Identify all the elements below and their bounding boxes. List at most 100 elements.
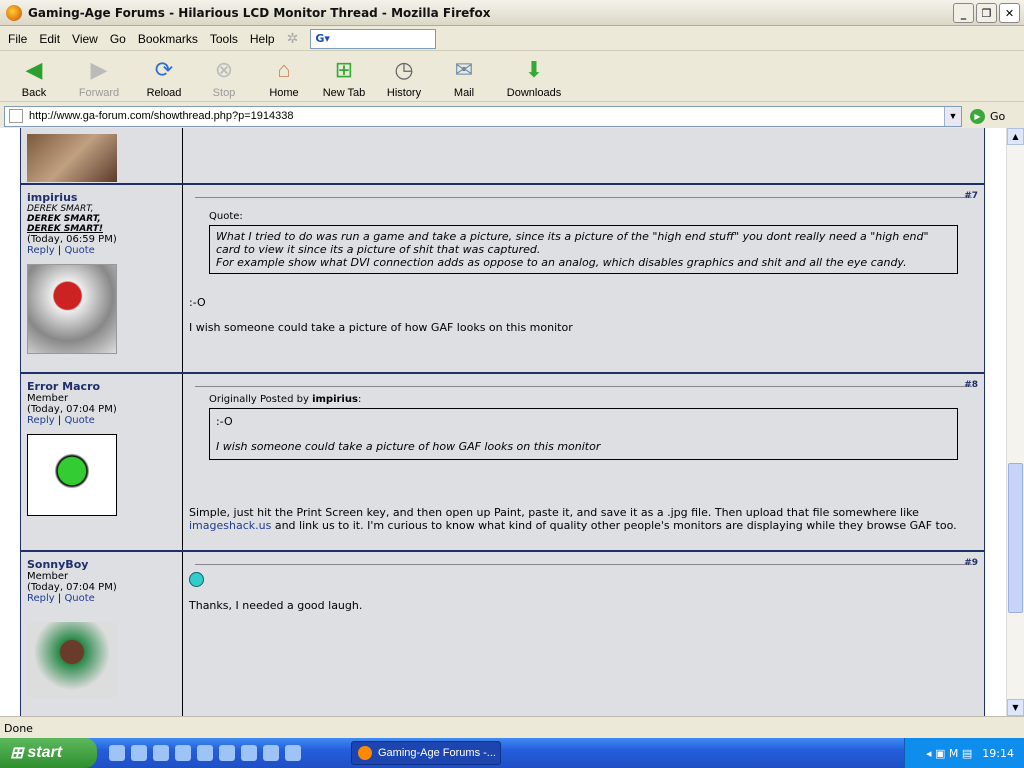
- menu-help[interactable]: Help: [244, 32, 281, 46]
- search-input[interactable]: G▾: [310, 28, 437, 49]
- post-9: SonnyBoy Member (Today, 07:04 PM) Reply …: [20, 552, 985, 716]
- quick-launch-icon[interactable]: [153, 745, 169, 761]
- firefox-icon: [6, 4, 22, 21]
- new-tab-button[interactable]: ⊞ New Tab: [314, 52, 374, 99]
- scroll-down-button[interactable]: ▼: [1007, 699, 1024, 716]
- navigation-toolbar: ◀ Back ▶ Forward ⟳ Reload ⊗ Stop ⌂ Home ⊞ New …: [0, 52, 1024, 102]
- quote-link[interactable]: Quote: [64, 593, 94, 604]
- menu-bar: File Edit View Go Bookmarks Tools Help ✲…: [0, 27, 1024, 51]
- url-input[interactable]: http://www.ga-forum.com/showthread.php?p…: [4, 105, 962, 127]
- divider: [195, 386, 972, 387]
- minimize-button[interactable]: _: [953, 3, 974, 23]
- divider: [195, 197, 972, 198]
- downloads-button[interactable]: ⬇ Downloads: [494, 52, 574, 99]
- scroll-up-button[interactable]: ▲: [1007, 128, 1024, 145]
- divider: [195, 564, 972, 565]
- user-title-1: DEREK SMART,: [27, 204, 94, 214]
- user-title-3b: SMART!: [63, 224, 103, 234]
- task-label: Gaming-Age Forums -...: [378, 747, 496, 759]
- page-icon: [9, 109, 23, 123]
- scroll-thumb[interactable]: [1008, 463, 1023, 613]
- history-button[interactable]: ◷ History: [374, 52, 434, 99]
- url-dropdown-button[interactable]: ▼: [944, 106, 961, 126]
- post-time: (Today, 07:04 PM): [27, 404, 117, 415]
- menu-view[interactable]: View: [66, 32, 104, 46]
- quick-launch-icon[interactable]: [285, 745, 301, 761]
- user-cell: Error Macro Member (Today, 07:04 PM) Rep…: [20, 374, 183, 550]
- forward-arrow-icon: ▶: [90, 57, 108, 82]
- user-title: Member: [27, 393, 69, 404]
- reply-link[interactable]: Reply: [27, 415, 55, 426]
- close-button[interactable]: ✕: [999, 3, 1020, 23]
- history-clock-icon: ◷: [394, 57, 414, 82]
- status-bar: Done: [0, 716, 1024, 738]
- quote-box: What I tried to do was run a game and ta…: [209, 225, 958, 274]
- reply-link[interactable]: Reply: [27, 245, 55, 256]
- user-cell: SonnyBoy Member (Today, 07:04 PM) Reply …: [20, 552, 183, 716]
- post-number[interactable]: #8: [964, 380, 978, 390]
- imageshack-link[interactable]: imageshack.us: [189, 519, 271, 532]
- stop-button[interactable]: ⊗ Stop: [194, 52, 254, 99]
- post-7: impirius DEREK SMART, DEREK SMART, DEREK…: [20, 185, 985, 374]
- quick-launch-icon[interactable]: [263, 745, 279, 761]
- quote-text: For example show what DVI connection add…: [216, 256, 907, 269]
- quote-text: :-O: [216, 415, 233, 428]
- post-number[interactable]: #7: [964, 191, 978, 201]
- taskbar-firefox-window[interactable]: Gaming-Age Forums -...: [351, 741, 501, 765]
- windows-logo-icon: ⊞: [10, 745, 24, 762]
- reload-button[interactable]: ⟳ Reload: [134, 52, 194, 99]
- post-cell: [183, 128, 985, 183]
- menu-file[interactable]: File: [2, 32, 33, 46]
- quote-label: Quote:: [209, 211, 243, 222]
- quick-launch-icon[interactable]: [197, 745, 213, 761]
- vertical-scrollbar[interactable]: ▲ ▼: [1006, 128, 1024, 716]
- quick-launch-icon[interactable]: [219, 745, 235, 761]
- post-body: I wish someone could take a picture of h…: [189, 321, 573, 334]
- quick-launch-icon[interactable]: [241, 745, 257, 761]
- system-tray: ◂ ▣ M ▤ 19:14: [904, 738, 1024, 768]
- taskbar: ⊞ start Gaming-Age Forums -... ◂ ▣ M ▤ 19:…: [0, 738, 1024, 768]
- menu-edit[interactable]: Edit: [33, 32, 66, 46]
- start-button[interactable]: ⊞ start: [0, 738, 97, 768]
- title-bar: Gaming-Age Forums - Hilarious LCD Monito…: [0, 0, 1024, 26]
- forward-label: Forward: [78, 87, 120, 99]
- username[interactable]: impirius: [27, 191, 176, 204]
- quick-launch-icon[interactable]: [109, 745, 125, 761]
- avatar: [27, 622, 117, 697]
- post-text: and link us to it. I'm curious to know w…: [274, 519, 957, 532]
- new-tab-label: New Tab: [322, 87, 366, 99]
- post-number[interactable]: #9: [964, 558, 978, 568]
- menu-go[interactable]: Go: [104, 32, 132, 46]
- search-engine-icon[interactable]: G: [315, 32, 324, 45]
- reload-icon: ⟳: [154, 57, 174, 82]
- post-partial: [20, 128, 985, 185]
- username[interactable]: SonnyBoy: [27, 558, 176, 571]
- forward-button[interactable]: ▶ Forward: [64, 52, 134, 99]
- menu-tools[interactable]: Tools: [204, 32, 244, 46]
- quick-launch-icon[interactable]: [131, 745, 147, 761]
- quote-text: I wish someone could take a picture of h…: [216, 440, 601, 453]
- post-text: Simple, just hit the Print Screen key, a…: [189, 506, 919, 519]
- home-label: Home: [269, 87, 299, 99]
- go-button[interactable]: ▶ Go: [970, 108, 1005, 124]
- quote-link[interactable]: Quote: [64, 415, 94, 426]
- quote-link[interactable]: Quote: [64, 245, 94, 256]
- post-cell: #9 Thanks, I needed a good laugh.: [183, 552, 985, 716]
- start-label: start: [27, 744, 63, 761]
- stop-label: Stop: [212, 87, 236, 99]
- window-title: Gaming-Age Forums - Hilarious LCD Monito…: [28, 5, 491, 20]
- menu-bookmarks[interactable]: Bookmarks: [132, 32, 204, 46]
- avatar: [27, 264, 117, 354]
- maximize-button[interactable]: ❐: [976, 3, 997, 23]
- stop-icon: ⊗: [214, 57, 234, 82]
- reply-link[interactable]: Reply: [27, 593, 55, 604]
- quick-launch-icon[interactable]: [175, 745, 191, 761]
- mail-button[interactable]: ✉ Mail: [434, 52, 494, 99]
- quote-prefix: Originally Posted by: [209, 394, 309, 405]
- home-button[interactable]: ⌂ Home: [254, 52, 314, 99]
- clock: 19:14: [982, 746, 1014, 760]
- back-button[interactable]: ◀ Back: [4, 52, 64, 99]
- username[interactable]: Error Macro: [27, 380, 176, 393]
- user-title-3a: DEREK: [27, 224, 61, 234]
- tray-icons[interactable]: ◂ ▣ M ▤: [926, 747, 972, 760]
